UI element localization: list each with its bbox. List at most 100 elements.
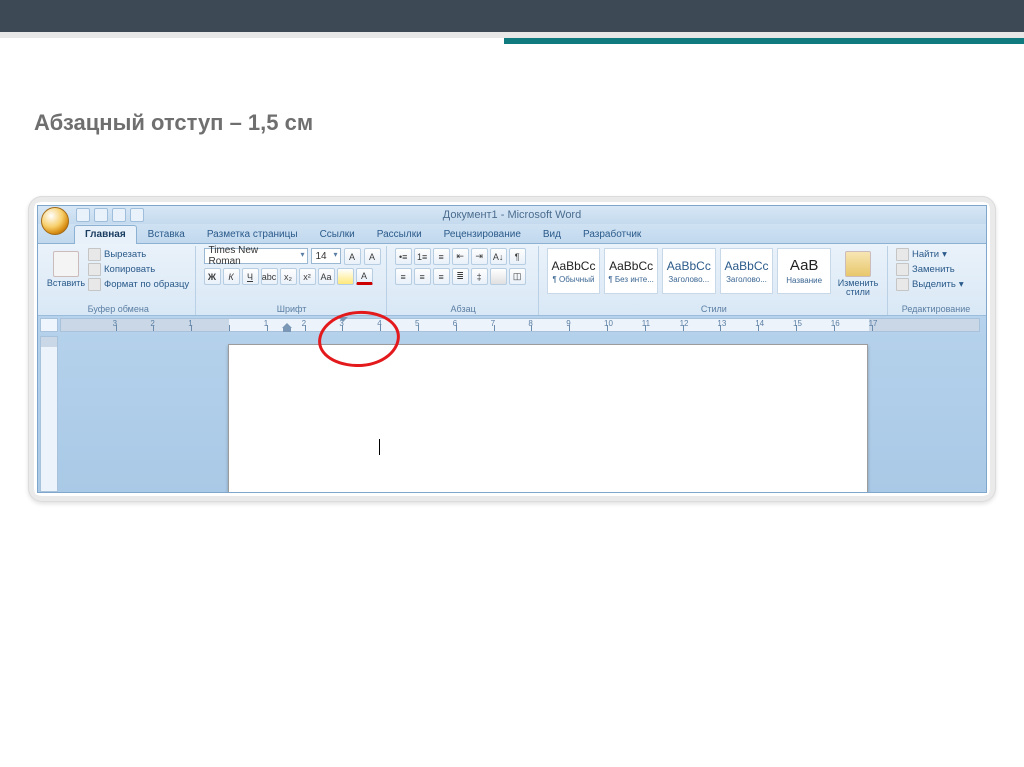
align-center-button[interactable]: ≡	[414, 268, 431, 285]
replace-icon	[896, 263, 909, 276]
cut-label: Вырезать	[104, 249, 146, 260]
style-no-spacing[interactable]: AaBbCc¶ Без инте...	[604, 248, 658, 294]
ruler-tick-label: 14	[755, 319, 764, 328]
font-color-button[interactable]: A	[356, 268, 373, 285]
show-marks-button[interactable]: ¶	[509, 248, 526, 265]
change-case-button[interactable]: Aa	[318, 268, 335, 285]
tab-mailings[interactable]: Рассылки	[366, 225, 433, 244]
line-spacing-button[interactable]: ‡	[471, 268, 488, 285]
style-normal[interactable]: AaBbCc ¶ Обычный	[547, 248, 601, 294]
highlight-button[interactable]	[337, 268, 354, 285]
strikethrough-button[interactable]: abc	[261, 268, 278, 285]
window-title: Документ1 - Microsoft Word	[38, 209, 986, 221]
font-size-combo[interactable]: 14	[311, 248, 341, 264]
replace-button[interactable]: Заменить	[896, 263, 964, 276]
slide-header-bar	[0, 0, 1024, 38]
ruler-corner[interactable]	[40, 318, 58, 332]
increase-indent-button[interactable]: ⇥	[471, 248, 488, 265]
cut-button[interactable]: Вырезать	[88, 248, 189, 261]
change-styles-button[interactable]: Изменить стили	[835, 248, 881, 301]
qat-redo-icon[interactable]	[112, 208, 126, 222]
group-font: Times New Roman 14 A A Ж К Ч abc x₂ x² A…	[198, 246, 387, 315]
ruler-tick-label: 15	[793, 319, 802, 328]
superscript-button[interactable]: x²	[299, 268, 316, 285]
tab-review[interactable]: Рецензирование	[433, 225, 532, 244]
format-painter-button[interactable]: Формат по образцу	[88, 278, 189, 291]
word-window: Документ1 - Microsoft Word Главная Встав…	[37, 205, 987, 493]
paste-button[interactable]: Вставить	[48, 248, 84, 291]
select-label: Выделить	[912, 279, 956, 290]
change-styles-label: Изменить стили	[838, 279, 879, 298]
qat-more-icon[interactable]	[130, 208, 144, 222]
brush-icon	[88, 278, 101, 291]
qat-save-icon[interactable]	[76, 208, 90, 222]
office-button[interactable]	[41, 207, 69, 235]
font-size-value: 14	[316, 251, 327, 262]
multilevel-list-button[interactable]: ≡	[433, 248, 450, 265]
group-clipboard-label: Буфер обмена	[48, 303, 189, 314]
subscript-button[interactable]: x₂	[280, 268, 297, 285]
font-name-value: Times New Roman	[209, 245, 293, 267]
group-editing-label: Редактирование	[896, 303, 976, 314]
group-editing: Найти ▾ Заменить Выделить ▾ Редактирован…	[890, 246, 982, 315]
horizontal-ruler[interactable]: 3211234567891011121314151617	[60, 318, 980, 332]
tab-references[interactable]: Ссылки	[309, 225, 366, 244]
document-page[interactable]	[228, 344, 868, 492]
decrease-indent-button[interactable]: ⇤	[452, 248, 469, 265]
tab-insert[interactable]: Вставка	[137, 225, 196, 244]
ruler-tick-label: 12	[680, 319, 689, 328]
group-styles: AaBbCc ¶ Обычный AaBbCc¶ Без инте... AaBb…	[541, 246, 888, 315]
italic-button[interactable]: К	[223, 268, 240, 285]
ruler-tick-label: 16	[831, 319, 840, 328]
replace-label: Заменить	[912, 264, 955, 275]
tab-home[interactable]: Главная	[74, 225, 137, 244]
bold-button[interactable]: Ж	[204, 268, 221, 285]
scissors-icon	[88, 248, 101, 261]
copy-button[interactable]: Копировать	[88, 263, 189, 276]
borders-button[interactable]: ◫	[509, 268, 526, 285]
style-heading1[interactable]: AaBbCcЗаголово...	[662, 248, 716, 294]
bullets-button[interactable]: •≡	[395, 248, 412, 265]
group-font-label: Шрифт	[204, 303, 380, 314]
paste-icon	[53, 251, 79, 277]
group-styles-label: Стили	[547, 303, 881, 314]
copy-icon	[88, 263, 101, 276]
vertical-ruler[interactable]	[40, 336, 58, 492]
style-title[interactable]: АаВНазвание	[777, 248, 831, 294]
style-label: Название	[786, 276, 822, 285]
style-heading2[interactable]: AaBbCc Заголово...	[720, 248, 774, 294]
tab-page-layout[interactable]: Разметка страницы	[196, 225, 309, 244]
shrink-font-button[interactable]: A	[364, 248, 381, 265]
select-button[interactable]: Выделить ▾	[896, 278, 964, 291]
group-clipboard: Вставить Вырезать Копировать Формат по о…	[42, 246, 196, 315]
group-paragraph: •≡ 1≡ ≡ ⇤ ⇥ A↓ ¶ ≡ ≡ ≡ ≣ ‡	[389, 246, 539, 315]
style-label: ¶ Обычный	[553, 275, 595, 284]
ruler-tick-label: 11	[642, 319, 650, 328]
screenshot-card: Документ1 - Microsoft Word Главная Встав…	[28, 196, 996, 502]
find-button[interactable]: Найти ▾	[896, 248, 964, 261]
align-right-button[interactable]: ≡	[433, 268, 450, 285]
justify-button[interactable]: ≣	[452, 268, 469, 285]
tab-developer[interactable]: Разработчик	[572, 225, 652, 244]
select-icon	[896, 278, 909, 291]
sort-button[interactable]: A↓	[490, 248, 507, 265]
shading-button[interactable]	[490, 268, 507, 285]
style-preview: AaBbCc	[609, 259, 653, 273]
find-icon	[896, 248, 909, 261]
tab-view[interactable]: Вид	[532, 225, 572, 244]
qat-undo-icon[interactable]	[94, 208, 108, 222]
numbering-button[interactable]: 1≡	[414, 248, 431, 265]
title-bar: Документ1 - Microsoft Word	[38, 206, 986, 224]
style-preview: AaBbCc	[724, 259, 768, 273]
quick-access-toolbar	[76, 208, 144, 222]
format-painter-label: Формат по образцу	[104, 279, 189, 290]
align-left-button[interactable]: ≡	[395, 268, 412, 285]
style-preview: AaBbCc	[551, 259, 595, 273]
underline-button[interactable]: Ч	[242, 268, 259, 285]
style-label: Заголово...	[726, 275, 767, 284]
font-name-combo[interactable]: Times New Roman	[204, 248, 308, 264]
grow-font-button[interactable]: A	[344, 248, 361, 265]
ribbon-tabs: Главная Вставка Разметка страницы Ссылки…	[38, 224, 986, 244]
ribbon: Вставить Вырезать Копировать Формат по о…	[38, 244, 986, 316]
copy-label: Копировать	[104, 264, 155, 275]
